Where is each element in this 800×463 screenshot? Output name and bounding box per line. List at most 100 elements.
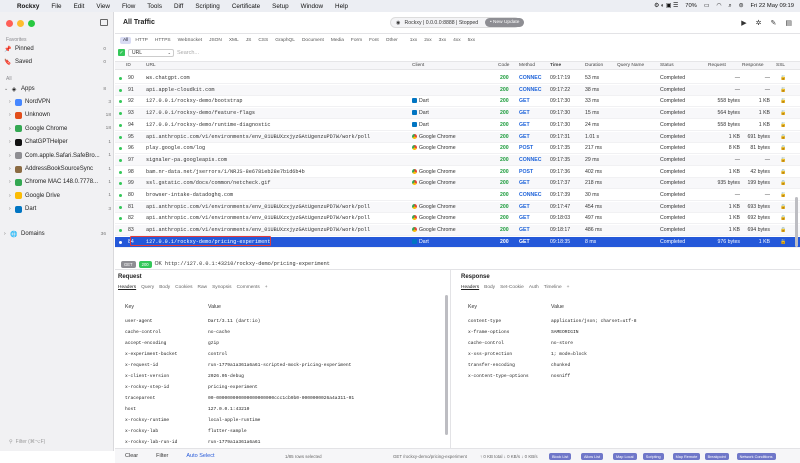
- request-tab[interactable]: Body: [159, 285, 170, 290]
- request-scrollbar[interactable]: [445, 295, 448, 435]
- menu-tools[interactable]: Tools: [147, 3, 162, 10]
- sidebar-item-app[interactable]: › Chrome MAC 148.0.7778... 1: [9, 177, 115, 187]
- sidebar-item-app[interactable]: › Com.apple.Safari.SafeBro... 1: [9, 151, 115, 161]
- footer-chip[interactable]: Network Conditions: [736, 453, 776, 460]
- menu-edit[interactable]: Edit: [74, 3, 85, 10]
- filter-tag[interactable]: 3xx: [436, 37, 449, 44]
- col-query-name[interactable]: Query Name: [617, 63, 644, 68]
- table-row[interactable]: 91 api.apple-cloudkit.com 200 CONNEC 09:17:2…: [115, 84, 800, 96]
- control-center-icon[interactable]: ⊜: [739, 3, 744, 9]
- request-tab[interactable]: Query: [141, 285, 154, 290]
- filter-button[interactable]: Filter: [156, 453, 168, 459]
- filter-tag[interactable]: Font: [366, 37, 382, 44]
- sidebar-item-app[interactable]: › Unknown 18: [9, 110, 115, 120]
- table-row[interactable]: 99 ssl.gstatic.com/docs/common/netcheck.g…: [115, 178, 800, 190]
- col-request[interactable]: Request: [708, 63, 726, 68]
- menu-view[interactable]: View: [96, 3, 110, 10]
- menu-scripting[interactable]: Scripting: [195, 3, 220, 10]
- filter-tag[interactable]: JSON: [206, 37, 225, 44]
- header-value[interactable]: application/json; charset=utf-8: [551, 319, 636, 324]
- col-response[interactable]: Response: [742, 63, 764, 68]
- filter-tag[interactable]: All: [120, 37, 132, 44]
- filter-tag[interactable]: JS: [243, 37, 255, 44]
- table-scrollbar[interactable]: [795, 197, 798, 247]
- sidebar-item-app[interactable]: › Google Chrome 18: [9, 124, 115, 134]
- selected-url[interactable]: http://127.0.0.1:43210/rockxy-demo/prici…: [165, 261, 330, 267]
- clock[interactable]: Fri 22 May 09:19: [751, 3, 795, 9]
- header-value[interactable]: chunked: [551, 363, 570, 368]
- battery-percent[interactable]: 70%: [685, 3, 697, 9]
- col-client[interactable]: Client: [412, 63, 424, 68]
- menu-window[interactable]: Window: [301, 3, 323, 10]
- table-row[interactable]: 90 ws.chatgpt.com 200 CONNEC 09:17:19 53 ms Co…: [115, 73, 800, 84]
- table-row[interactable]: 80 browser-intake-datadoghq.com 200 CONNEC 0…: [115, 190, 800, 201]
- minimize-button[interactable]: [17, 20, 24, 27]
- layout-icon[interactable]: ▤: [785, 19, 792, 27]
- sidebar-item-app[interactable]: › ChatGPTHelper 1: [9, 137, 115, 147]
- request-tab[interactable]: Synopsis: [212, 285, 231, 290]
- wifi-icon[interactable]: ◠: [716, 3, 721, 9]
- close-button[interactable]: [6, 20, 13, 27]
- col-ssl[interactable]: SSL: [776, 63, 785, 68]
- request-tab[interactable]: Raw: [198, 285, 208, 290]
- header-value[interactable]: run-1779a1a361a6a61: [208, 440, 260, 445]
- header-value[interactable]: Dart/3.11 (dart:io): [208, 319, 260, 324]
- filter-tag[interactable]: 4xx: [450, 37, 463, 44]
- header-value[interactable]: no-cache: [208, 330, 230, 335]
- sidebar-item-app[interactable]: › Google Drive 1: [9, 191, 115, 201]
- footer-chip[interactable]: Breakpoint: [704, 453, 729, 460]
- response-tab[interactable]: Headers: [461, 285, 479, 290]
- table-row[interactable]: 93 127.0.0.1/rockxy-demo/feature-flags Dar…: [115, 108, 800, 120]
- sidebar-item-domains[interactable]: › 🌐 Domains 36: [4, 229, 110, 239]
- new-update-button[interactable]: • New Update: [485, 18, 525, 27]
- filter-tag[interactable]: XML: [226, 37, 242, 44]
- menu-help[interactable]: Help: [335, 3, 348, 10]
- search-input[interactable]: Search...: [177, 50, 199, 56]
- sidebar-toggle-icon[interactable]: [100, 19, 108, 26]
- filter-tag[interactable]: CSS: [255, 37, 271, 44]
- request-tab[interactable]: Headers: [118, 285, 136, 290]
- col-code[interactable]: Code: [498, 63, 509, 68]
- request-tab[interactable]: Cookies: [175, 285, 192, 290]
- menu-diff[interactable]: Diff: [174, 3, 183, 10]
- sidebar-filter-input[interactable]: ⚲ Filter (⌘⌥F): [4, 437, 110, 446]
- filter-tag[interactable]: 1xx: [407, 37, 420, 44]
- search-icon[interactable]: ⌕: [728, 3, 731, 10]
- table-row[interactable]: 81 api.anthropic.com/v1/environments/env_…: [115, 201, 800, 213]
- compose-icon[interactable]: ✎: [771, 19, 777, 27]
- sidebar-item-app[interactable]: › NordVPN 3: [9, 97, 115, 107]
- sidebar-item-app[interactable]: › Dart 3: [9, 204, 115, 214]
- search-field-select[interactable]: URL ⌄: [128, 48, 174, 57]
- filter-tag[interactable]: HTTP: [132, 37, 151, 44]
- col-method[interactable]: Method: [519, 63, 535, 68]
- sidebar-item-app[interactable]: › AddressBookSourceSync 1: [9, 164, 115, 174]
- header-value[interactable]: local-apple-runtime: [208, 418, 260, 423]
- filter-tag[interactable]: WebSocket: [175, 37, 205, 44]
- col-duration[interactable]: Duration: [585, 63, 603, 68]
- filter-tag[interactable]: 5xx: [465, 37, 478, 44]
- col-url[interactable]: URL: [146, 63, 156, 68]
- header-value[interactable]: no-store: [551, 341, 573, 346]
- header-value[interactable]: pricing-experiment: [208, 385, 258, 390]
- battery-icon[interactable]: ▭: [704, 3, 709, 9]
- footer-chip[interactable]: Map Remote: [672, 453, 701, 460]
- response-tab[interactable]: Timeline: [544, 285, 562, 290]
- footer-chip[interactable]: Scripting: [642, 453, 664, 460]
- enable-filter-checkbox[interactable]: ✓: [118, 49, 125, 56]
- menu-certificate[interactable]: Certificate: [232, 3, 260, 10]
- play-icon[interactable]: ▶: [741, 19, 746, 27]
- table-row[interactable]: 97 signaler-pa.googleapis.com 200 CONNEC 09:…: [115, 154, 800, 166]
- header-value[interactable]: SAMEORIGIN: [551, 330, 579, 335]
- auto-select-button[interactable]: Auto Select: [186, 453, 214, 459]
- sidebar-item-pinned[interactable]: 📌 Pinned 0: [4, 44, 110, 54]
- sidebar-item-apps[interactable]: ⌄ ◈ Apps 8: [4, 84, 110, 94]
- header-value[interactable]: 1; mode=block: [551, 352, 587, 357]
- header-value[interactable]: gzip: [208, 341, 219, 346]
- status-icons[interactable]: ⚙ ◐ ▣ ☰: [654, 3, 678, 9]
- menu-setup[interactable]: Setup: [272, 3, 288, 10]
- request-tab[interactable]: +: [265, 285, 268, 290]
- clear-button[interactable]: Clear: [125, 453, 138, 459]
- response-tab[interactable]: Auth: [529, 285, 539, 290]
- menu-app-name[interactable]: Rockxy: [17, 3, 39, 10]
- table-row[interactable]: 92 127.0.0.1/rockxy-demo/bootstrap Dart 200…: [115, 96, 800, 108]
